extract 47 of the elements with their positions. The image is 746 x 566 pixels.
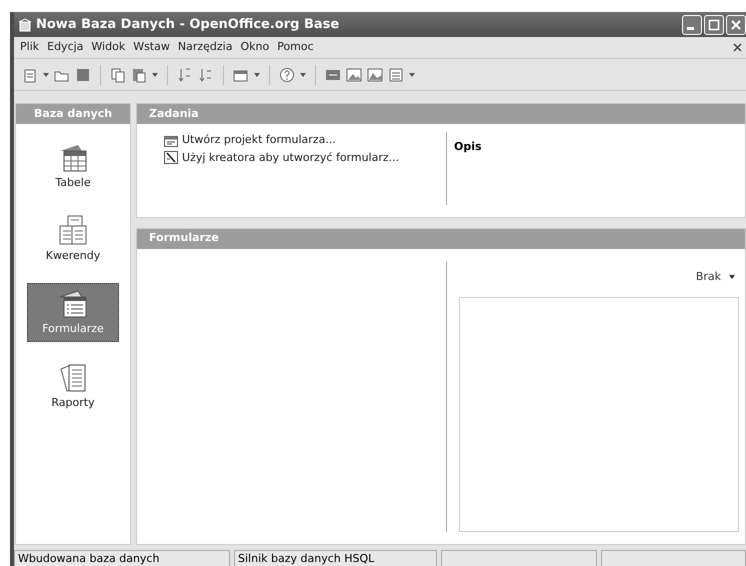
caret-icon[interactable] — [43, 72, 49, 76]
sidebar-item[interactable]: Formularze — [27, 283, 119, 342]
maximize-button[interactable] — [704, 14, 724, 34]
caret-icon[interactable] — [409, 72, 415, 76]
minimize-icon — [687, 27, 694, 30]
sidebar-item[interactable]: Tabele — [27, 138, 119, 194]
copy-icon[interactable] — [110, 66, 126, 82]
task-link[interactable]: Użyj kreatora aby utworzyć formularz... — [164, 150, 446, 166]
menu-item[interactable]: Okno — [236, 39, 274, 56]
sort-descending-icon[interactable] — [198, 66, 214, 82]
panel-title: Formularze — [137, 228, 745, 248]
maximize-icon — [708, 18, 720, 30]
menu-item[interactable]: Wstaw — [129, 39, 174, 56]
menu-item[interactable]: Plik — [16, 39, 44, 56]
window-title: Nowa Baza Danych - OpenOffice.org Base — [36, 16, 340, 34]
sidebar-title: Baza danych — [16, 104, 130, 124]
minimize-button[interactable] — [682, 14, 702, 34]
preview-dropdown[interactable]: Brak — [696, 268, 739, 285]
description-title: Opis — [454, 140, 482, 153]
help-icon[interactable] — [279, 66, 295, 82]
close-button[interactable] — [726, 14, 746, 34]
caret-icon[interactable] — [254, 72, 260, 76]
database-icon — [18, 18, 32, 32]
form-design-icon — [164, 134, 178, 147]
paste-icon[interactable] — [131, 66, 147, 82]
image-icon[interactable] — [367, 66, 383, 82]
status-field: Wbudowana baza danych — [14, 550, 230, 566]
image-icon[interactable] — [346, 66, 362, 82]
sidebar-item[interactable]: Raporty — [27, 358, 119, 414]
panel-title: Zadania — [137, 104, 745, 124]
menu-item[interactable]: Narzędzia — [174, 39, 236, 56]
menu-item[interactable]: Edycja — [43, 39, 88, 56]
caret-icon[interactable] — [152, 72, 158, 76]
new-document-icon[interactable] — [22, 66, 38, 82]
wand-icon — [164, 151, 178, 164]
menu-item[interactable]: Widok — [87, 39, 130, 56]
status-field: Silnik bazy danych HSQL — [234, 550, 437, 566]
save-icon[interactable] — [75, 66, 91, 82]
close-icon — [730, 18, 742, 30]
sidebar-item[interactable]: Kwerendy — [27, 210, 119, 267]
caret-icon — [729, 274, 735, 279]
sort-ascending-icon[interactable] — [177, 66, 193, 82]
menu-item[interactable]: Pomoc — [273, 39, 318, 56]
close-icon[interactable] — [733, 43, 742, 52]
list-icon[interactable] — [388, 66, 404, 82]
caret-icon[interactable] — [300, 72, 306, 76]
task-link[interactable]: Utwórz projekt formularza... — [164, 132, 446, 148]
